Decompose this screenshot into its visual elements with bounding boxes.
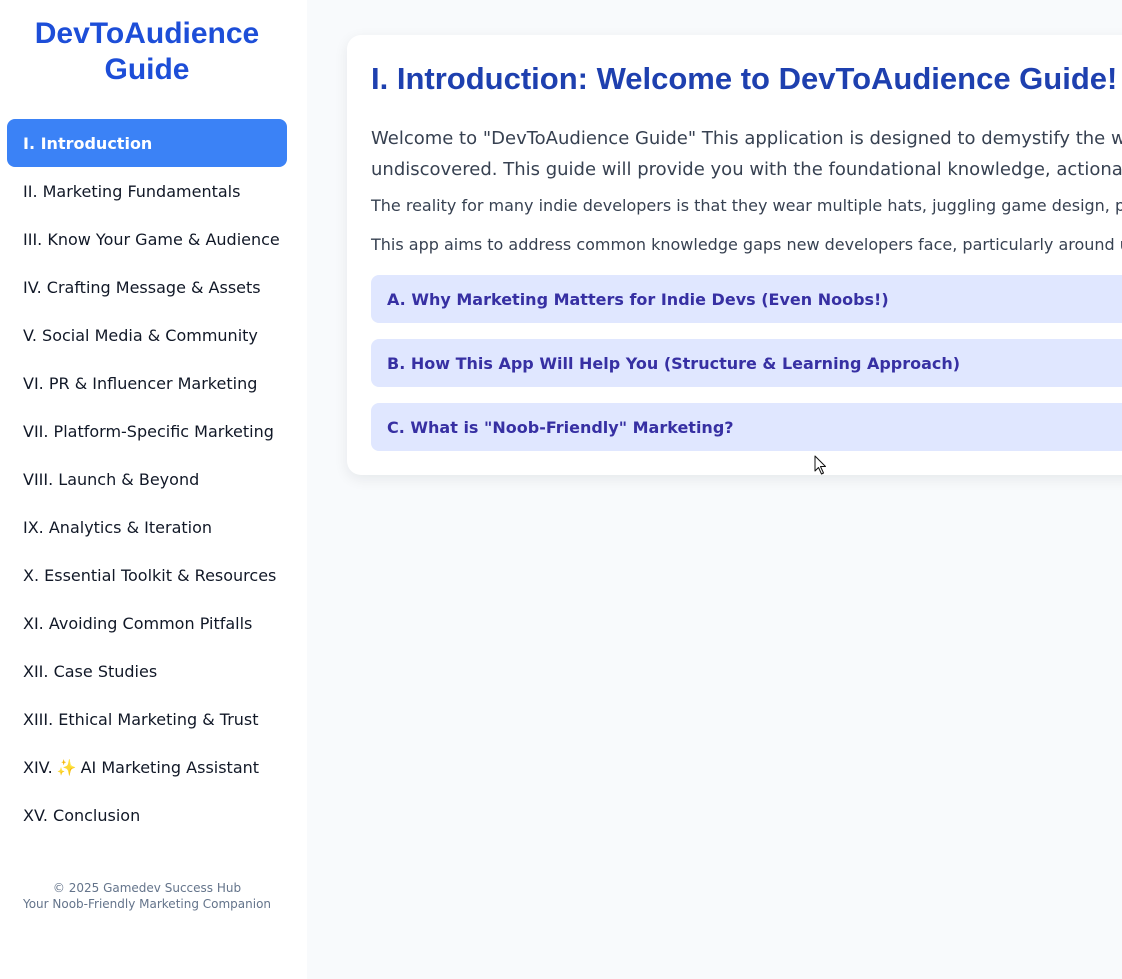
nav-item-launch[interactable]: VIII. Launch & Beyond (7, 455, 287, 503)
footer-copyright: © 2025 Gamedev Success Hub (52, 881, 242, 895)
nav-item-ethical-marketing[interactable]: XIII. Ethical Marketing & Trust (7, 695, 287, 743)
nav-item-label-prefix: XIV. (23, 757, 53, 777)
nav-item-label: V. Social Media & Community (23, 325, 258, 345)
nav-item-label-suffix: AI Marketing Assistant (80, 757, 260, 777)
nav-item-platform-specific[interactable]: VII. Platform-Specific Marketing (7, 407, 287, 455)
nav-item-pitfalls[interactable]: XI. Avoiding Common Pitfalls (7, 599, 287, 647)
intro-paragraph-line2: undiscovered. This guide will provide yo… (371, 159, 1122, 180)
app-title-line2: Guide (104, 53, 190, 86)
nav-item-case-studies[interactable]: XII. Case Studies (7, 647, 287, 695)
nav-item-label: II. Marketing Fundamentals (23, 181, 241, 201)
intro-paragraph: Welcome to "DevToAudience Guide" This ap… (371, 123, 1122, 185)
nav-item-label: IX. Analytics & Iteration (23, 517, 213, 537)
footer-tagline: Your Noob-Friendly Marketing Companion (22, 897, 272, 911)
nav-item-label: VI. PR & Influencer Marketing (23, 373, 258, 393)
nav-item-label: XV. Conclusion (23, 805, 141, 825)
sidebar: DevToAudience Guide I. Introduction II. … (0, 0, 307, 979)
sparkles-icon: ✨ (56, 757, 77, 777)
reality-paragraph: The reality for many indie developers is… (371, 196, 1122, 215)
nav-item-pr-influencer[interactable]: VI. PR & Influencer Marketing (7, 359, 287, 407)
accordion-noob-friendly-marketing[interactable]: C. What is "Noob-Friendly" Marketing? (371, 403, 1122, 451)
nav-item-label: IV. Crafting Message & Assets (23, 277, 261, 297)
mouse-cursor-icon (814, 455, 826, 475)
nav-item-crafting-message[interactable]: IV. Crafting Message & Assets (7, 263, 287, 311)
nav-item-conclusion[interactable]: XV. Conclusion (7, 791, 287, 839)
app-title-line1: DevToAudience (34, 17, 260, 50)
intro-paragraph-line1: Welcome to "DevToAudience Guide" This ap… (371, 128, 1122, 149)
nav-item-label: VII. Platform-Specific Marketing (23, 421, 274, 441)
nav-item-label: XI. Avoiding Common Pitfalls (23, 613, 253, 633)
nav-item-know-your-game[interactable]: III. Know Your Game & Audience (7, 215, 287, 263)
nav-item-marketing-fundamentals[interactable]: II. Marketing Fundamentals (7, 167, 287, 215)
sidebar-footer: © 2025 Gamedev Success Hub Your Noob-Fri… (0, 880, 294, 912)
nav-item-label: XII. Case Studies (23, 661, 158, 681)
nav-item-label: VIII. Launch & Beyond (23, 469, 200, 489)
accordion-how-app-helps[interactable]: B. How This App Will Help You (Structure… (371, 339, 1122, 387)
accordion-label: A. Why Marketing Matters for Indie Devs … (387, 289, 889, 309)
nav-item-introduction[interactable]: I. Introduction (7, 119, 287, 167)
app-root: DevToAudience Guide I. Introduction II. … (0, 0, 1122, 979)
sidebar-nav: I. Introduction II. Marketing Fundamenta… (7, 119, 287, 839)
accordion-label: B. How This App Will Help You (Structure… (387, 353, 961, 373)
nav-item-ai-assistant[interactable]: XIV. ✨ AI Marketing Assistant (7, 743, 287, 791)
nav-item-social-media[interactable]: V. Social Media & Community (7, 311, 287, 359)
app-title: DevToAudience Guide (0, 16, 294, 88)
introduction-card: I. Introduction: Welcome to DevToAudienc… (347, 35, 1122, 475)
nav-item-label: X. Essential Toolkit & Resources (23, 565, 277, 585)
nav-item-label: I. Introduction (23, 133, 153, 153)
nav-item-toolkit[interactable]: X. Essential Toolkit & Resources (7, 551, 287, 599)
aims-paragraph: This app aims to address common knowledg… (371, 235, 1122, 254)
main-content: I. Introduction: Welcome to DevToAudienc… (307, 0, 1122, 979)
nav-item-label: III. Know Your Game & Audience (23, 229, 280, 249)
nav-item-label: XIII. Ethical Marketing & Trust (23, 709, 259, 729)
section-title: I. Introduction: Welcome to DevToAudienc… (371, 61, 1118, 96)
accordion-label: C. What is "Noob-Friendly" Marketing? (387, 417, 734, 437)
nav-item-analytics[interactable]: IX. Analytics & Iteration (7, 503, 287, 551)
accordion-why-marketing-matters[interactable]: A. Why Marketing Matters for Indie Devs … (371, 275, 1122, 323)
